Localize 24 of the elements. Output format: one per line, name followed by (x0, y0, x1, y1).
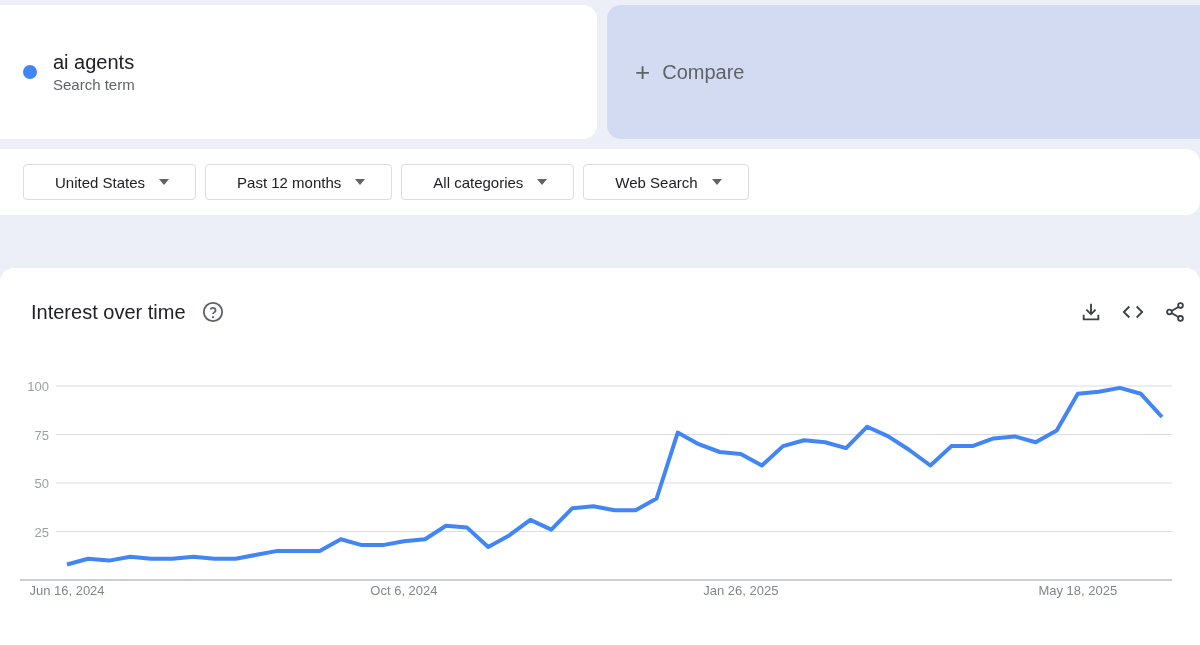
filter-dropdown[interactable]: All categories (401, 164, 575, 200)
x-axis-label: Jun 16, 2024 (29, 583, 105, 598)
caret-icon (537, 179, 548, 185)
filter-dropdown[interactable]: United States (23, 164, 197, 200)
y-axis-label: 100 (27, 379, 49, 394)
caret-icon (159, 179, 170, 185)
filter-dropdown[interactable]: Web Search (583, 164, 749, 200)
compare-button[interactable]: + Compare (607, 5, 1200, 139)
share-icon[interactable] (1164, 301, 1186, 323)
help-icon[interactable] (201, 301, 224, 323)
y-axis-label: 75 (34, 427, 49, 443)
chart-title: Interest over time (31, 300, 186, 324)
filter-dropdown[interactable]: Past 12 months (205, 164, 393, 200)
search-term-card[interactable]: ai agents Search term (0, 5, 597, 139)
y-axis-label: 50 (34, 476, 49, 491)
y-axis-label: 25 (34, 524, 49, 540)
x-axis-label: May 18, 2025 (1038, 583, 1118, 598)
caret-icon (711, 179, 722, 185)
caret-icon (355, 179, 366, 185)
x-axis-label: Oct 6, 2024 (370, 583, 438, 598)
search-term-subtitle: Search term (53, 76, 135, 93)
search-term: ai agents (53, 51, 135, 74)
x-axis-label: Jan 26, 2025 (703, 583, 779, 598)
download-icon[interactable] (1080, 301, 1102, 323)
